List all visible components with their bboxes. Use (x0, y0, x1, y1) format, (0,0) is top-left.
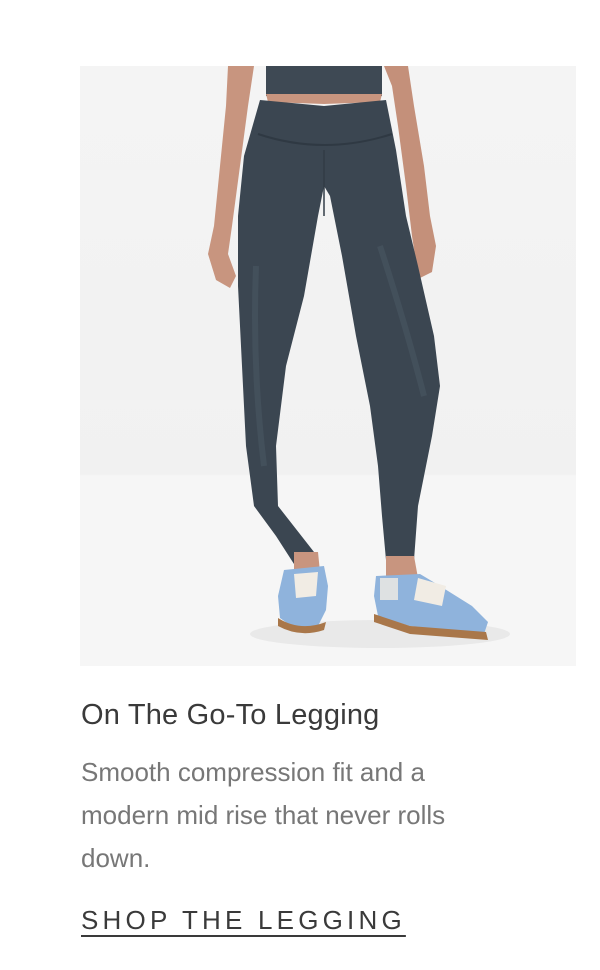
shop-legging-link[interactable]: SHOP THE LEGGING (81, 904, 406, 936)
model-legging-illustration (208, 66, 510, 648)
product-title: On The Go-To Legging (81, 699, 380, 731)
product-image[interactable] (80, 66, 576, 666)
product-description: Smooth compression fit and a modern mid … (81, 757, 446, 873)
right-sneaker-tongue (380, 578, 398, 600)
left-sneaker-laces (294, 572, 318, 598)
